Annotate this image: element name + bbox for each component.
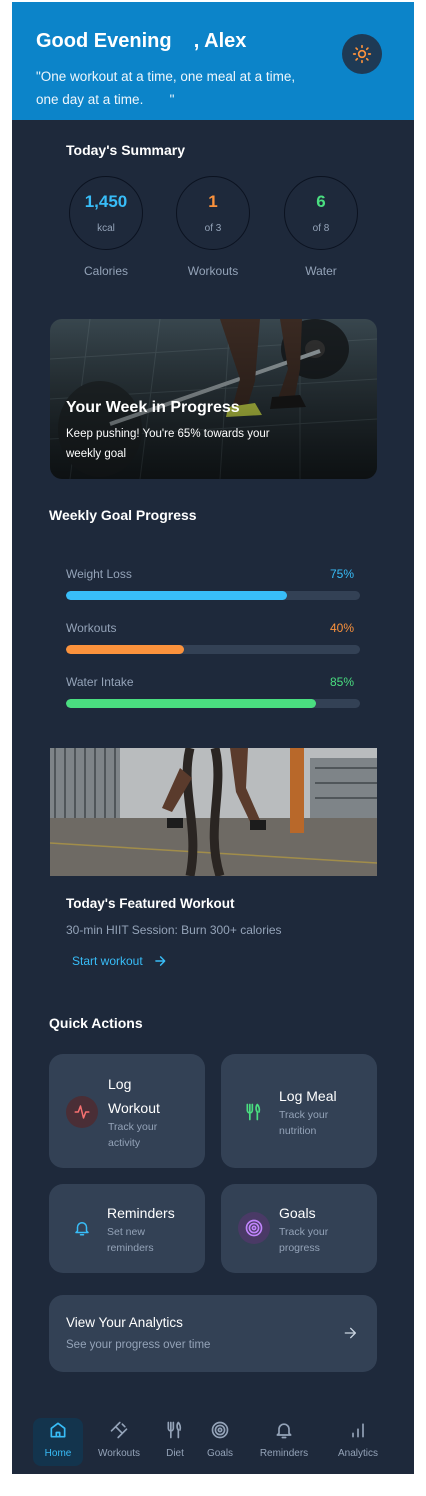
goal-label-weight-loss: Weight Loss [66, 567, 132, 581]
card-title: Goals [279, 1205, 316, 1221]
stat-sub: of 8 [312, 223, 330, 234]
target-icon [211, 1421, 229, 1439]
featured-title: Today's Featured Workout [66, 896, 235, 911]
card-subtitle: Track your nutrition [279, 1109, 329, 1137]
progress-fill [66, 645, 184, 654]
stat-sub: of 3 [204, 223, 222, 234]
analytics-subtitle: See your progress over time [66, 1339, 211, 1351]
nav-label: Reminders [259, 1448, 309, 1459]
progress-fill [66, 699, 316, 708]
nav-label: Analytics [337, 1448, 378, 1459]
calories-stat: 1,450 kcal [69, 176, 143, 250]
nav-label: Workouts [97, 1448, 141, 1459]
utensils-icon [238, 1096, 270, 1128]
bell-icon [66, 1212, 98, 1244]
quick-actions-title: Quick Actions [49, 1015, 143, 1031]
stat-label: Workouts [187, 264, 239, 278]
progress-bar-weight-loss [66, 591, 360, 600]
motivational-quote: "One workout at a time, one meal at a ti… [36, 69, 299, 107]
progress-fill [66, 591, 287, 600]
stat-value: 6 [316, 192, 326, 211]
start-workout-link[interactable]: Start workout [72, 954, 167, 968]
bottom-navigation: Home Workouts Diet Goals Reminders Analy… [12, 1404, 414, 1474]
log-workout-card[interactable]: Log Workout Track your activity [49, 1054, 205, 1168]
nav-label: Diet [166, 1448, 184, 1459]
bell-icon [276, 1423, 292, 1439]
dumbbell-icon [110, 1421, 128, 1439]
header: Good Evening , Alex "One workout at a ti… [12, 2, 414, 120]
featured-workout-photo [50, 748, 377, 876]
nav-item-analytics[interactable]: Analytics [333, 1418, 383, 1459]
analytics-title: View Your Analytics [66, 1315, 183, 1330]
chart-icon [352, 1423, 364, 1438]
workouts-stat: 1 of 3 [176, 176, 250, 250]
nav-item-goals[interactable]: Goals [195, 1418, 245, 1459]
view-analytics-card[interactable]: View Your Analytics See your progress ov… [49, 1295, 377, 1372]
target-icon [238, 1212, 270, 1244]
featured-subtitle: 30-min HIIT Session: Burn 300+ calories [66, 923, 282, 937]
nav-item-diet[interactable]: Diet [150, 1418, 200, 1459]
app-screen: Good Evening , Alex "One workout at a ti… [12, 2, 414, 1474]
stat-label: Calories [83, 264, 128, 278]
stat-value: 1 [208, 192, 218, 211]
nav-label: Home [44, 1448, 72, 1459]
weekly-goal-title: Weekly Goal Progress [49, 507, 197, 523]
stat-label: Water [305, 264, 337, 278]
nav-label: Goals [206, 1448, 234, 1459]
card-subtitle: Track your activity [108, 1121, 158, 1149]
greeting: Good Evening , Alex [36, 30, 247, 52]
sun-icon [352, 44, 372, 64]
card-subtitle: Track your progress [279, 1226, 329, 1254]
hero-title: Your Week in Progress [66, 399, 240, 416]
water-stat: 6 of 8 [284, 176, 358, 250]
start-workout-label: Start workout [72, 954, 143, 968]
log-meal-card[interactable]: Log Meal Track your nutrition [221, 1054, 377, 1168]
card-title: Log Workout [108, 1076, 160, 1116]
nav-item-workouts[interactable]: Workouts [94, 1418, 144, 1459]
goal-percent: 75% [329, 567, 354, 581]
arrow-right-icon [154, 956, 166, 966]
goal-percent: 40% [329, 621, 354, 635]
nav-item-reminders[interactable]: Reminders [259, 1418, 309, 1459]
card-title: Reminders [107, 1205, 175, 1221]
home-icon [50, 1422, 66, 1438]
summary-title: Today's Summary [66, 142, 185, 158]
goals-card[interactable]: Goals Track your progress [221, 1184, 377, 1273]
utensils-icon [167, 1421, 182, 1439]
goal-label-water-intake: Water Intake [66, 675, 134, 689]
hero-subtitle: Keep pushing! You're 65% towards your we… [66, 428, 270, 460]
stat-sub: kcal [97, 223, 115, 234]
card-subtitle: Set new reminders [107, 1226, 154, 1254]
nav-item-home[interactable]: Home [33, 1418, 83, 1459]
week-progress-banner[interactable]: Your Week in Progress Keep pushing! You'… [50, 319, 377, 479]
card-title: Log Meal [279, 1088, 337, 1104]
goal-label-workouts: Workouts [66, 621, 117, 635]
theme-toggle-button[interactable] [342, 34, 382, 74]
progress-bar-workouts [66, 645, 360, 654]
arrow-right-icon [344, 1327, 356, 1339]
activity-icon [66, 1096, 98, 1128]
stat-value: 1,450 [84, 192, 128, 211]
progress-bar-water-intake [66, 699, 360, 708]
reminders-card[interactable]: Reminders Set new reminders [49, 1184, 205, 1273]
goal-percent: 85% [329, 675, 354, 689]
